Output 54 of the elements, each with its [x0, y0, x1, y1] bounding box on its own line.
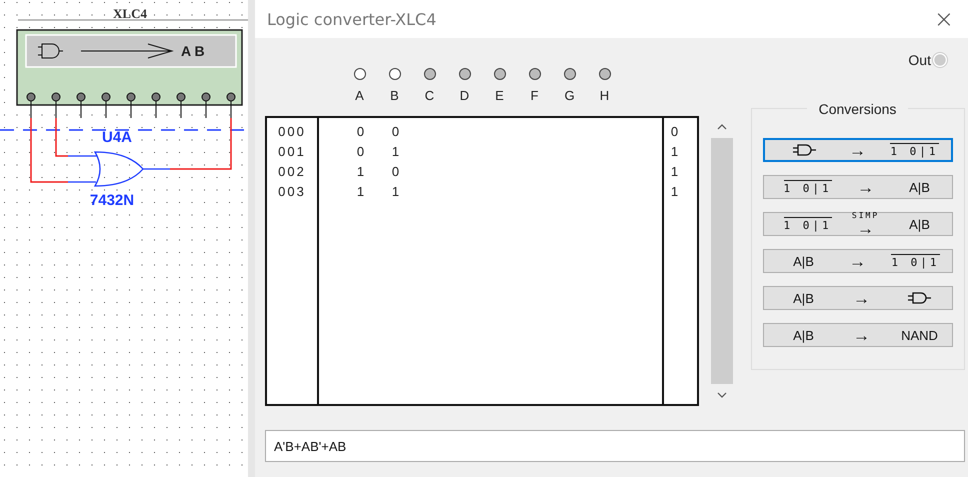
gate-icon	[792, 144, 818, 156]
input-label: E	[495, 88, 504, 103]
logic-converter-instrument[interactable]	[16, 29, 243, 118]
row-number: 002	[278, 163, 306, 181]
input-terminal[interactable]	[598, 68, 610, 80]
input-label: D	[460, 88, 470, 103]
table-cell-text: 1	[390, 143, 402, 161]
scroll-up-icon[interactable]	[717, 124, 727, 130]
close-button[interactable]: ×	[930, 5, 958, 33]
input-terminal[interactable]	[458, 68, 470, 80]
input-label: C	[424, 88, 434, 103]
table-cell-text: 1	[356, 163, 368, 181]
output-label: Out	[908, 52, 931, 68]
conversion-button[interactable]: 1 0|1 SIMP → A|B	[762, 212, 952, 236]
gate-arrow-icon	[38, 44, 174, 58]
conversion-button[interactable]: 1 0|1 → A|B	[762, 175, 952, 199]
table-cell-text: 0	[356, 123, 368, 141]
gate-icon	[906, 292, 932, 304]
row-number: 000	[278, 123, 306, 141]
conversion-button[interactable]: A|B →	[762, 286, 952, 310]
expression-field[interactable]: A'B+AB'+AB	[265, 430, 965, 462]
instrument-display: A B	[181, 43, 205, 59]
input-terminal[interactable]	[528, 68, 540, 80]
output-cell-text: 1	[670, 183, 680, 201]
gate-label: U4A	[102, 129, 132, 146]
scroll-down-icon[interactable]	[717, 392, 727, 398]
row-number: 001	[278, 143, 306, 161]
row-number: 003	[278, 183, 306, 201]
input-label: A	[355, 88, 364, 103]
input-terminal[interactable]	[424, 68, 436, 80]
window-title: Logic converter-XLC4	[267, 10, 436, 28]
input-terminal[interactable]	[564, 68, 576, 80]
scroll-thumb[interactable]	[711, 138, 733, 384]
output-cell-text: 1	[670, 143, 680, 161]
output-cell-text: 1	[670, 163, 680, 181]
input-label: F	[530, 88, 538, 103]
input-label: B	[390, 88, 399, 103]
part-label: 7432N	[90, 192, 134, 209]
input-terminal[interactable]	[494, 68, 506, 80]
table-cell-text: 0	[390, 123, 402, 141]
instrument-label: XLC4	[113, 6, 147, 21]
table-cell-text: 0	[390, 163, 402, 181]
group-title: Conversions	[806, 101, 908, 117]
input-terminal[interactable]	[354, 68, 366, 80]
table-cell-text: 1	[390, 183, 402, 201]
conversion-button[interactable]: A|B → NAND	[762, 323, 952, 347]
conversion-button[interactable]: → 1 0|1	[762, 138, 952, 162]
table-cell-text: 1	[356, 183, 368, 201]
input-terminal[interactable]	[388, 68, 400, 80]
input-label: G	[564, 88, 575, 103]
input-label: H	[600, 88, 610, 103]
table-cell-text: 0	[356, 143, 368, 161]
conversion-button[interactable]: A|B → 1 0|1	[762, 249, 952, 273]
output-cell-text: 0	[670, 123, 680, 141]
